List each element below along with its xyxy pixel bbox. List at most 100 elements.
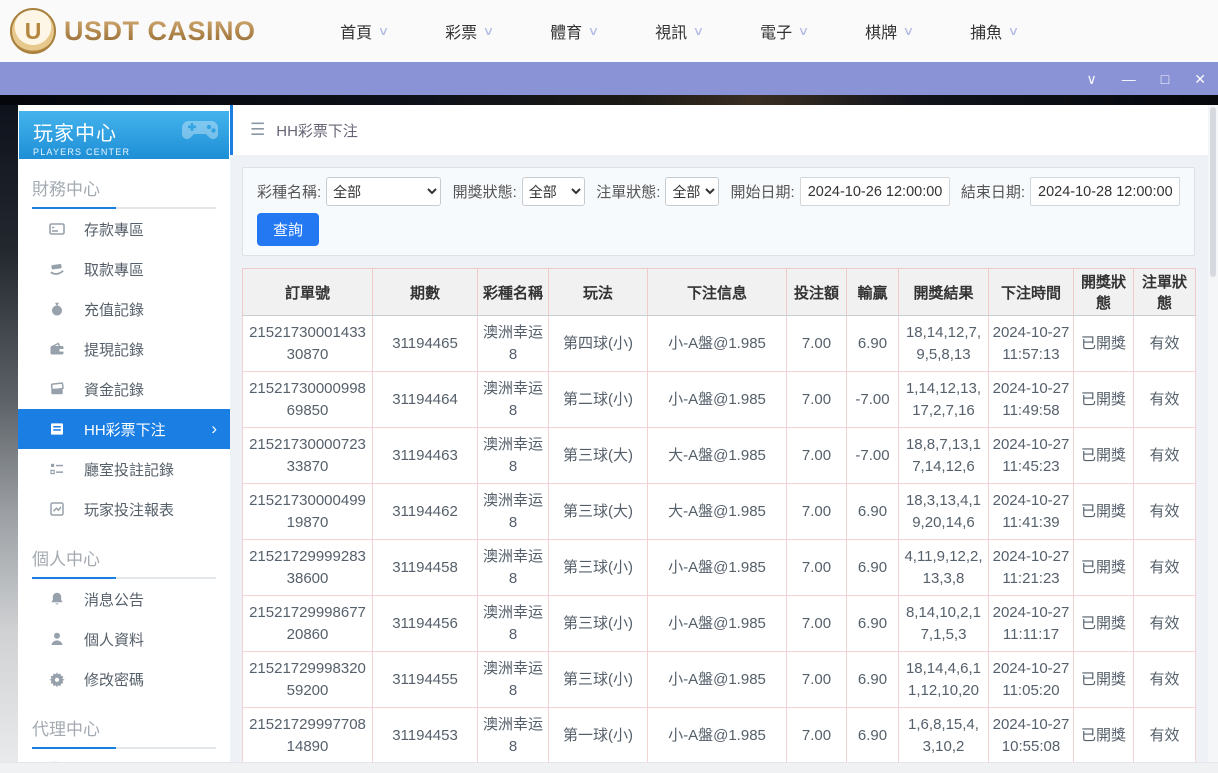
table-cell: 6.90 [847, 652, 899, 708]
draw-status-select[interactable]: 全部 [522, 177, 585, 206]
search-button[interactable]: 查詢 [257, 213, 319, 246]
table-cell: 4,11,9,12,2,13,3,8 [899, 540, 989, 596]
table-cell: 31194465 [373, 316, 478, 372]
sidebar-item-代理規則說明[interactable]: 代理規則說明 [18, 749, 230, 762]
nav-item-捕魚[interactable]: 捕魚∨ [942, 19, 1047, 43]
logo[interactable]: U USDT CASINO [10, 8, 256, 54]
sidebar-item-label: 玩家投注報表 [84, 499, 174, 520]
breadcrumb: ☰ HH彩票下注 [230, 105, 1218, 155]
table-cell: 有效 [1134, 596, 1196, 652]
logo-monogram: U [25, 20, 42, 43]
sidebar-subtitle: PLAYERS CENTER [33, 147, 229, 157]
sidebar-item-label: 個人資料 [84, 629, 144, 650]
lottery-name-select[interactable]: 全部 [326, 177, 441, 206]
sidebar-item-消息公告[interactable]: 消息公告 [18, 579, 230, 619]
table-cell: 1,6,8,15,4,3,10,2 [899, 708, 989, 763]
table-cell: 有效 [1134, 540, 1196, 596]
order-status-select[interactable]: 全部 [665, 177, 719, 206]
table-cell: 18,14,4,6,11,12,10,20 [899, 652, 989, 708]
nav-item-label: 捕魚 [970, 19, 1002, 43]
withdraw-hand-icon [48, 261, 65, 278]
document-icon [48, 761, 65, 763]
column-header: 開獎狀態 [1074, 269, 1134, 316]
table-cell: 2152172999928338600 [243, 540, 373, 596]
window-close-icon[interactable]: ✕ [1194, 72, 1206, 86]
sidebar-item-label: HH彩票下注 [84, 419, 166, 440]
sidebar-item-label: 代理規則說明 [84, 759, 174, 763]
table-cell: 8,14,10,2,17,1,5,3 [899, 596, 989, 652]
table-cell: 7.00 [787, 316, 847, 372]
site-header: U USDT CASINO 首頁∨彩票∨體育∨視訊∨電子∨ 棋牌 ∨ 捕魚∨ [0, 0, 1218, 62]
table-cell: 6.90 [847, 316, 899, 372]
chevron-down-icon: ∨ [903, 24, 915, 38]
sidebar-item-HH彩票下注[interactable]: HH彩票下注 › [18, 409, 230, 449]
table-row: 215217300004991987031194462澳洲幸运8第三球(大)大-… [243, 484, 1196, 540]
horizontal-scrollbar[interactable] [0, 762, 1218, 773]
logo-text: USDT CASINO [64, 16, 256, 47]
sidebar-section-title: 個人中心 [32, 545, 216, 570]
table-cell: 2024-10-27 11:57:13 [989, 316, 1074, 372]
table-cell: 小-A盤@1.985 [648, 540, 787, 596]
table-cell: 有效 [1134, 708, 1196, 763]
sidebar-item-label: 消息公告 [84, 589, 144, 610]
sidebar-item-存款專區[interactable]: 存款專區 [18, 209, 230, 249]
table-row: 215217300007233387031194463澳洲幸运8第三球(大)大-… [243, 428, 1196, 484]
table-cell: 澳洲幸运8 [478, 652, 549, 708]
table-cell: 有效 [1134, 484, 1196, 540]
column-header: 注單狀態 [1134, 269, 1196, 316]
sidebar-item-充值記錄[interactable]: 充值記錄 [18, 289, 230, 329]
table-header-row: 訂單號期數彩種名稱玩法下注信息投注額輸贏開獎結果下注時間開獎狀態注單狀態 [243, 269, 1196, 316]
table-cell: 31194458 [373, 540, 478, 596]
table-cell: 有效 [1134, 652, 1196, 708]
table-cell: 2024-10-27 11:45:23 [989, 428, 1074, 484]
window-controls: ∨ — □ ✕ [1087, 62, 1206, 95]
sidebar-item-資金記錄[interactable]: 資金記錄 [18, 369, 230, 409]
sidebar-item-修改密碼[interactable]: 修改密碼 [18, 659, 230, 699]
table-cell: 6.90 [847, 540, 899, 596]
table-cell: 小-A盤@1.985 [648, 708, 787, 763]
menu-icon[interactable]: ☰ [250, 120, 265, 140]
nav-item-電子[interactable]: 電子∨ [732, 19, 837, 43]
column-header: 輸贏 [847, 269, 899, 316]
sidebar-item-玩家投注報表[interactable]: 玩家投注報表 [18, 489, 230, 529]
hall-records-icon [48, 461, 65, 478]
sidebar-item-廳室投註記錄[interactable]: 廳室投註記錄 [18, 449, 230, 489]
window-minimize-icon[interactable]: — [1122, 72, 1136, 86]
nav-item-彩票[interactable]: 彩票∨ [417, 19, 522, 43]
nav-item-label: 棋牌 [865, 19, 897, 43]
nav-item-首頁[interactable]: 首頁∨ [312, 19, 417, 43]
column-header: 彩種名稱 [478, 269, 549, 316]
window-maximize-icon[interactable]: □ [1161, 72, 1169, 86]
report-chart-icon [48, 501, 65, 518]
table-cell: 小-A盤@1.985 [648, 316, 787, 372]
table-cell: 大-A盤@1.985 [648, 484, 787, 540]
nav-item-體育[interactable]: 體育∨ [522, 19, 627, 43]
vertical-scrollbar[interactable] [1208, 105, 1218, 762]
nav-item-視訊[interactable]: 視訊∨ [627, 19, 732, 43]
lottery-list-icon [48, 421, 65, 438]
gear-icon [48, 671, 65, 688]
table-cell: 2024-10-27 10:55:08 [989, 708, 1074, 763]
end-date-input[interactable] [1030, 177, 1180, 206]
start-date-input[interactable] [800, 177, 950, 206]
column-header: 投注額 [787, 269, 847, 316]
table-cell: 已開獎 [1074, 708, 1134, 763]
table-cell: 第二球(小) [549, 372, 648, 428]
bets-table: 訂單號期數彩種名稱玩法下注信息投注額輸贏開獎結果下注時間開獎狀態注單狀態 215… [242, 268, 1196, 762]
app-window: U USDT CASINO 首頁∨彩票∨體育∨視訊∨電子∨棋牌∨捕魚∨ ∨ — … [0, 0, 1218, 773]
table-row: 215217300009986985031194464澳洲幸运8第二球(小)小-… [243, 372, 1196, 428]
table-cell: 已開獎 [1074, 484, 1134, 540]
sidebar-item-提現記錄[interactable]: 提現記錄 [18, 329, 230, 369]
chevron-right-icon: › [211, 419, 217, 439]
table-cell: 2024-10-27 11:21:23 [989, 540, 1074, 596]
table-cell: 6.90 [847, 596, 899, 652]
table-row: 215217300014333087031194465澳洲幸运8第四球(小)小-… [243, 316, 1196, 372]
nav-item-棋牌[interactable]: 棋牌 ∨ [837, 19, 942, 43]
sidebar-item-取款專區[interactable]: 取款專區 [18, 249, 230, 289]
window-collapse-icon[interactable]: ∨ [1087, 72, 1097, 86]
table-cell: 2024-10-27 11:11:17 [989, 596, 1074, 652]
vertical-scrollbar-thumb[interactable] [1210, 107, 1216, 277]
sidebar-item-個人資料[interactable]: 個人資料 [18, 619, 230, 659]
table-cell: 2152173000143330870 [243, 316, 373, 372]
players-center-banner: 玩家中心 PLAYERS CENTER [19, 111, 229, 159]
